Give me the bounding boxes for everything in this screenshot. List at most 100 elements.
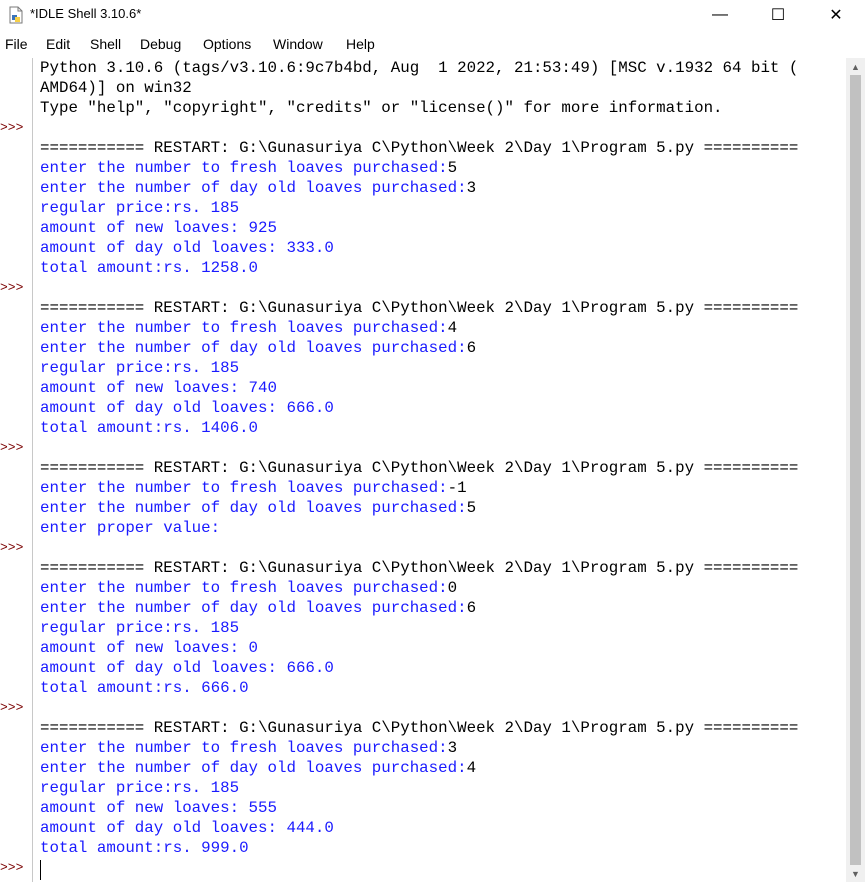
stdout-line: total amount:rs. 1258.0 (40, 258, 258, 278)
stdout-line: enter the number to fresh loaves purchas… (40, 478, 467, 498)
stdout-line: enter the number of day old loaves purch… (40, 598, 476, 618)
menu-shell[interactable]: Shell (90, 36, 121, 52)
line-text: amount of day old loaves: 666.0 (40, 399, 334, 417)
shell-line: =========== RESTART: G:\Gunasuriya C\Pyt… (40, 558, 798, 578)
line-text: total amount:rs. 1258.0 (40, 259, 259, 277)
idle-file-icon (9, 6, 23, 24)
line-text: amount of day old loaves: 444.0 (40, 819, 334, 837)
shell-line: Type "help", "copyright", "credits" or "… (40, 98, 723, 118)
line-text: amount of day old loaves: 666.0 (40, 659, 334, 677)
line-text: =========== RESTART: G:\Gunasuriya C\Pyt… (40, 559, 799, 577)
line-text: amount of new loaves: 0 (40, 639, 259, 657)
line-text: AMD64)] on win32 (40, 79, 192, 97)
maximize-button[interactable]: ☐ (755, 0, 801, 30)
prompt-gutter: >>> >>> >>> >>> >>> >>> (0, 58, 32, 882)
stdout-line: enter the number of day old loaves purch… (40, 498, 476, 518)
scroll-up-icon[interactable]: ▲ (846, 58, 865, 75)
shell-line: =========== RESTART: G:\Gunasuriya C\Pyt… (40, 458, 798, 478)
vertical-scrollbar[interactable]: ▲ ▼ (846, 58, 865, 882)
line-text: amount of new loaves: 740 (40, 379, 277, 397)
line-text: enter the number to fresh loaves purchas… (40, 479, 448, 497)
scrollbar-thumb[interactable] (850, 75, 861, 865)
line-text: regular price:rs. 185 (40, 199, 240, 217)
line-text: amount of new loaves: 925 (40, 219, 277, 237)
user-input-text: -1 (447, 479, 467, 497)
user-input-text: 3 (466, 179, 477, 197)
shell-line: =========== RESTART: G:\Gunasuriya C\Pyt… (40, 298, 798, 318)
line-text: total amount:rs. 666.0 (40, 679, 249, 697)
stdout-line: amount of day old loaves: 444.0 (40, 818, 334, 838)
line-text: amount of new loaves: 555 (40, 799, 277, 817)
line-text: Python 3.10.6 (tags/v3.10.6:9c7b4bd, Aug… (40, 59, 799, 77)
line-text: enter proper value: (40, 519, 221, 537)
scroll-down-icon[interactable]: ▼ (846, 865, 865, 882)
line-text: enter the number of day old loaves purch… (40, 339, 467, 357)
close-button[interactable]: ✕ (813, 0, 859, 30)
line-text: enter the number of day old loaves purch… (40, 759, 467, 777)
line-text: enter the number to fresh loaves purchas… (40, 739, 448, 757)
stdout-line: amount of day old loaves: 666.0 (40, 658, 334, 678)
stdout-line: enter the number to fresh loaves purchas… (40, 578, 457, 598)
line-text: Type "help", "copyright", "credits" or "… (40, 99, 723, 117)
title-bar: *IDLE Shell 3.10.6* — ☐ ✕ (0, 0, 865, 30)
stdout-line: enter the number to fresh loaves purchas… (40, 738, 457, 758)
line-text: =========== RESTART: G:\Gunasuriya C\Pyt… (40, 719, 799, 737)
shell-prompt: >>> (0, 120, 24, 135)
stdout-line: enter the number to fresh loaves purchas… (40, 318, 457, 338)
line-text: enter the number of day old loaves purch… (40, 499, 467, 517)
stdout-line: regular price:rs. 185 (40, 358, 239, 378)
user-input-text: 5 (447, 159, 458, 177)
user-input-text: 4 (466, 759, 477, 777)
line-text: amount of day old loaves: 333.0 (40, 239, 334, 257)
line-text: enter the number to fresh loaves purchas… (40, 579, 448, 597)
user-input-text: 3 (447, 739, 458, 757)
shell-prompt: >>> (0, 700, 24, 715)
window-title: *IDLE Shell 3.10.6* (30, 6, 142, 21)
stdout-line: amount of new loaves: 740 (40, 378, 277, 398)
shell-prompt: >>> (0, 440, 24, 455)
user-input-text: 4 (447, 319, 458, 337)
line-text: =========== RESTART: G:\Gunasuriya C\Pyt… (40, 459, 799, 477)
stdout-line: enter the number of day old loaves purch… (40, 758, 476, 778)
shell-line: =========== RESTART: G:\Gunasuriya C\Pyt… (40, 138, 798, 158)
stdout-line: regular price:rs. 185 (40, 198, 239, 218)
user-input-text: 6 (466, 339, 477, 357)
stdout-line: amount of day old loaves: 333.0 (40, 238, 334, 258)
line-text: regular price:rs. 185 (40, 619, 240, 637)
line-text: total amount:rs. 999.0 (40, 839, 249, 857)
shell-line: =========== RESTART: G:\Gunasuriya C\Pyt… (40, 718, 798, 738)
stdout-line: enter the number to fresh loaves purchas… (40, 158, 457, 178)
minimize-button[interactable]: — (697, 0, 743, 30)
maximize-icon: ☐ (770, 7, 786, 24)
line-text: enter the number to fresh loaves purchas… (40, 319, 448, 337)
user-input-text: 6 (466, 599, 477, 617)
user-input-text: 5 (466, 499, 477, 517)
stdout-line: total amount:rs. 999.0 (40, 838, 249, 858)
shell-line: AMD64)] on win32 (40, 78, 192, 98)
stdout-line: amount of new loaves: 0 (40, 638, 258, 658)
stdout-line: total amount:rs. 1406.0 (40, 418, 258, 438)
stdout-line: amount of new loaves: 925 (40, 218, 277, 238)
line-text: enter the number of day old loaves purch… (40, 599, 467, 617)
gutter-divider (32, 58, 33, 882)
menu-debug[interactable]: Debug (140, 36, 181, 52)
shell-line: Python 3.10.6 (tags/v3.10.6:9c7b4bd, Aug… (40, 58, 798, 78)
line-text: =========== RESTART: G:\Gunasuriya C\Pyt… (40, 299, 799, 317)
stdout-line: total amount:rs. 666.0 (40, 678, 249, 698)
menu-bar: File Edit Shell Debug Options Window Hel… (0, 34, 865, 56)
shell-prompt: >>> (0, 540, 24, 555)
stdout-line: enter proper value: (40, 518, 220, 538)
line-text: enter the number to fresh loaves purchas… (40, 159, 448, 177)
line-text: total amount:rs. 1406.0 (40, 419, 259, 437)
line-text: =========== RESTART: G:\Gunasuriya C\Pyt… (40, 139, 799, 157)
close-icon: ✕ (829, 7, 843, 24)
stdout-line: enter the number of day old loaves purch… (40, 338, 476, 358)
menu-edit[interactable]: Edit (46, 36, 70, 52)
stdout-line: enter the number of day old loaves purch… (40, 178, 476, 198)
menu-options[interactable]: Options (203, 36, 251, 52)
line-text: regular price:rs. 185 (40, 359, 240, 377)
menu-window[interactable]: Window (273, 36, 323, 52)
menu-file[interactable]: File (5, 36, 28, 52)
shell-text-area[interactable]: Python 3.10.6 (tags/v3.10.6:9c7b4bd, Aug… (34, 58, 846, 882)
menu-help[interactable]: Help (346, 36, 375, 52)
